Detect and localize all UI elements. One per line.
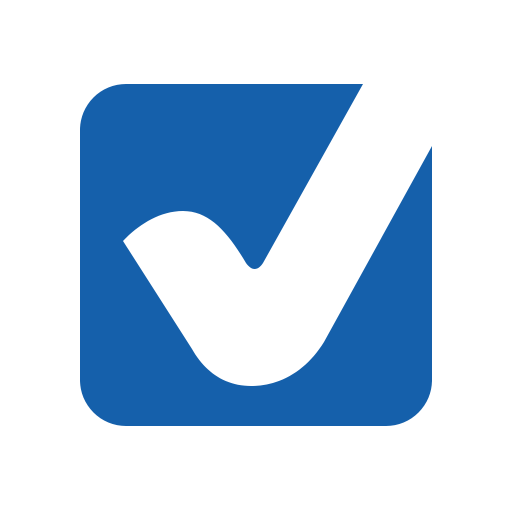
checkbox-check-icon: [80, 84, 432, 426]
app-icon: [0, 0, 512, 512]
